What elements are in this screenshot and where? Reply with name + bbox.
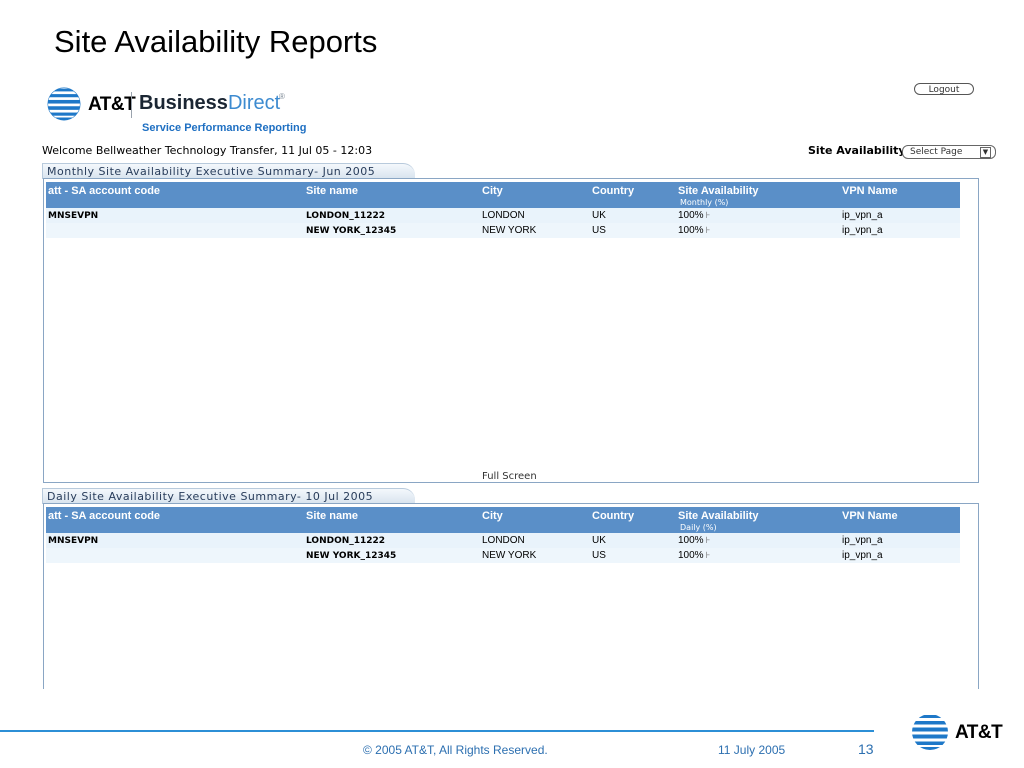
table-row: MNSEVPN LONDON_11222 LONDON UK 100% ⊦ ip_… (46, 208, 960, 223)
logo-subtitle: Service Performance Reporting (142, 122, 307, 134)
col-header-country[interactable]: Country (590, 182, 676, 208)
monthly-section-tab: Monthly Site Availability Executive Summ… (42, 163, 978, 179)
cell-availability: 100% ⊦ (676, 548, 840, 563)
cell-site-link[interactable]: LONDON_11222 (304, 208, 480, 223)
business-direct-logo: BusinessDirect (139, 92, 280, 115)
cell-account (46, 223, 304, 238)
table-header-row: att - SA account code Site name City Cou… (46, 182, 960, 208)
cell-country: UK (590, 533, 676, 548)
col-header-vpn[interactable]: VPN Name (840, 182, 960, 208)
col-header-city[interactable]: City (480, 507, 590, 533)
cell-site-link[interactable]: NEW YORK_12345 (304, 548, 480, 563)
monthly-table: att - SA account code Site name City Cou… (46, 182, 960, 238)
col-header-site[interactable]: Site name (304, 507, 480, 533)
cell-vpn: ip_vpn_a (840, 208, 960, 223)
table-row: NEW YORK_12345 NEW YORK US 100% ⊦ ip_vpn_… (46, 548, 960, 563)
select-page-label: Select Page (910, 147, 963, 157)
slide-title: Site Availability Reports (54, 24, 378, 59)
page-number: 13 (858, 741, 874, 757)
daily-section-tab: Daily Site Availability Executive Summar… (42, 488, 978, 504)
att-globe-icon (47, 87, 81, 121)
logo-business: Business (139, 92, 228, 114)
col-header-country[interactable]: Country (590, 507, 676, 533)
col-header-vpn[interactable]: VPN Name (840, 507, 960, 533)
select-page-dropdown[interactable]: Select Page ▼ (902, 145, 996, 159)
daily-tab-title: Daily Site Availability Executive Summar… (42, 488, 415, 504)
cell-city: LONDON (480, 533, 590, 548)
registered-mark: ® (279, 92, 285, 101)
cell-city: NEW YORK (480, 548, 590, 563)
welcome-message: Welcome Bellweather Technology Transfer,… (42, 144, 373, 157)
att-logo-text: AT&T (88, 94, 136, 115)
trend-icon[interactable]: ⊦ (706, 535, 711, 545)
cell-availability: 100% ⊦ (676, 223, 840, 238)
att-globe-icon (912, 714, 948, 750)
footer-copyright: © 2005 AT&T, All Rights Reserved. (363, 743, 548, 757)
cell-vpn: ip_vpn_a (840, 548, 960, 563)
cell-account: MNSEVPN (46, 208, 304, 223)
col-header-availability[interactable]: Site Availability Monthly (%) (676, 182, 840, 208)
availability-subheader: Daily (%) (680, 523, 717, 532)
footer-divider (0, 730, 874, 732)
availability-value: 100% (678, 535, 704, 546)
availability-value: 100% (678, 225, 704, 236)
col-header-account[interactable]: att - SA account code (46, 507, 304, 533)
col-header-availability[interactable]: Site Availability Daily (%) (676, 507, 840, 533)
cell-city: LONDON (480, 208, 590, 223)
chevron-down-icon: ▼ (980, 147, 991, 158)
cell-country: UK (590, 208, 676, 223)
logo-direct: Direct (227, 92, 281, 114)
cell-city: NEW YORK (480, 223, 590, 238)
cell-site-link[interactable]: LONDON_11222 (304, 533, 480, 548)
table-row: MNSEVPN LONDON_11222 LONDON UK 100% ⊦ ip_… (46, 533, 960, 548)
cell-availability: 100% ⊦ (676, 208, 840, 223)
cell-site-link[interactable]: NEW YORK_12345 (304, 223, 480, 238)
trend-icon[interactable]: ⊦ (706, 550, 711, 560)
table-row: NEW YORK_12345 NEW YORK US 100% ⊦ ip_vpn_… (46, 223, 960, 238)
site-link[interactable]: NEW YORK_12345 (306, 551, 396, 561)
site-link[interactable]: LONDON_11222 (306, 211, 385, 221)
logo-divider (131, 92, 132, 118)
trend-icon[interactable]: ⊦ (706, 210, 711, 220)
table-header-row: att - SA account code Site name City Cou… (46, 507, 960, 533)
daily-table: att - SA account code Site name City Cou… (46, 507, 960, 563)
monthly-tab-title: Monthly Site Availability Executive Summ… (42, 163, 415, 179)
col-header-account[interactable]: att - SA account code (46, 182, 304, 208)
site-link[interactable]: NEW YORK_12345 (306, 226, 396, 236)
logout-button[interactable]: Logout (914, 83, 974, 95)
cell-availability: 100% ⊦ (676, 533, 840, 548)
cell-account: MNSEVPN (46, 533, 304, 548)
col-header-city[interactable]: City (480, 182, 590, 208)
footer-date: 11 July 2005 (718, 743, 786, 757)
availability-value: 100% (678, 210, 704, 221)
availability-value: 100% (678, 550, 704, 561)
col-header-site[interactable]: Site name (304, 182, 480, 208)
report-type-label: Site Availability (808, 144, 906, 157)
availability-header-label: Site Availability (678, 510, 759, 522)
cell-vpn: ip_vpn_a (840, 533, 960, 548)
footer-att-logo: AT&T (955, 722, 1003, 743)
cell-country: US (590, 223, 676, 238)
availability-subheader: Monthly (%) (680, 198, 729, 207)
cell-vpn: ip_vpn_a (840, 223, 960, 238)
availability-header-label: Site Availability (678, 185, 759, 197)
trend-icon[interactable]: ⊦ (706, 225, 711, 235)
cell-account (46, 548, 304, 563)
site-link[interactable]: LONDON_11222 (306, 536, 385, 546)
cell-country: US (590, 548, 676, 563)
full-screen-link[interactable]: Full Screen (482, 471, 537, 482)
